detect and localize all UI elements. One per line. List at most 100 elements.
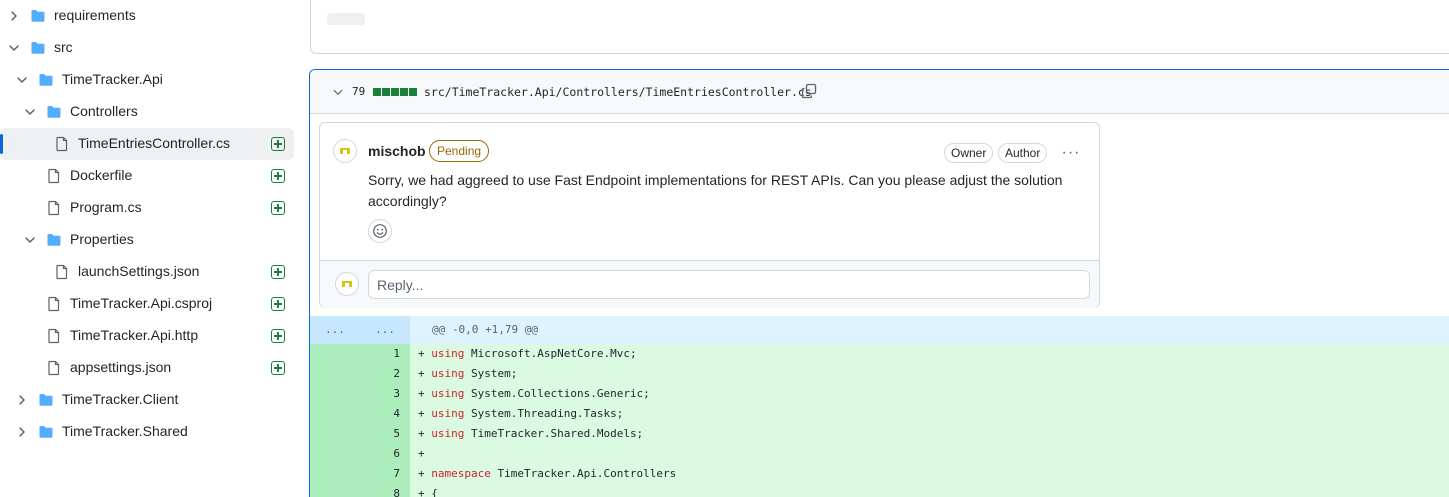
file-path[interactable]: src/TimeTracker.Api/Controllers/TimeEntr… (424, 84, 812, 100)
diff-line: 4 + using System.Threading.Tasks; (310, 404, 1449, 424)
old-line-number[interactable] (310, 344, 360, 364)
new-line-number[interactable]: 2 (360, 364, 410, 384)
diffstat-blocks (373, 88, 417, 96)
file-icon (46, 296, 62, 312)
chevron-right-icon[interactable] (14, 424, 30, 440)
code-line: + (410, 444, 1449, 464)
chevron-down-icon[interactable] (14, 72, 30, 88)
tree-folder[interactable]: Properties (0, 224, 294, 256)
new-line-number[interactable]: 4 (360, 404, 410, 424)
tree-item-label: appsettings.json (70, 359, 172, 375)
change-count: 79 (352, 85, 366, 98)
tree-file[interactable]: Program.cs (0, 192, 294, 224)
folder-icon (38, 424, 54, 440)
tree-item-label: launchSettings.json (78, 263, 200, 279)
diff-line: 8 + { (310, 484, 1449, 497)
code-line: + using System.Collections.Generic; (410, 384, 1449, 404)
avatar[interactable] (333, 139, 357, 163)
placeholder-bar (327, 13, 365, 25)
tree-folder[interactable]: TimeTracker.Client (0, 384, 294, 416)
chevron-right-icon[interactable] (14, 392, 30, 408)
expand-up-button[interactable]: ... (310, 316, 360, 344)
tree-file[interactable]: launchSettings.json (0, 256, 294, 288)
expand-down-button[interactable]: ... (360, 316, 410, 344)
file-added-icon (271, 361, 285, 375)
old-line-number[interactable] (310, 364, 360, 384)
code-line: + using System; (410, 364, 1449, 384)
old-line-number[interactable] (310, 424, 360, 444)
tree-file[interactable]: TimeEntriesController.cs (0, 128, 294, 160)
file-icon (54, 136, 70, 152)
code-line: + using TimeTracker.Shared.Models; (410, 424, 1449, 444)
new-line-number[interactable]: 7 (360, 464, 410, 484)
diff-line: 2 + using System; (310, 364, 1449, 384)
diff-line: 1 + using Microsoft.AspNetCore.Mvc; (310, 344, 1449, 364)
tree-folder[interactable]: Controllers (0, 96, 294, 128)
copy-icon[interactable] (801, 83, 817, 99)
tree-folder[interactable]: TimeTracker.Api (0, 64, 294, 96)
large-diff-card (310, 0, 1449, 54)
folder-icon (38, 72, 54, 88)
code-line: + namespace TimeTracker.Api.Controllers (410, 464, 1449, 484)
owner-badge: Owner (944, 143, 994, 163)
folder-icon (46, 104, 62, 120)
old-line-number[interactable] (310, 464, 360, 484)
tree-item-label: TimeTracker.Shared (62, 423, 188, 439)
new-line-number[interactable]: 6 (360, 444, 410, 464)
chevron-down-icon[interactable] (22, 232, 38, 248)
reply-input[interactable] (368, 270, 1090, 299)
tree-item-label: TimeTracker.Api.csproj (70, 295, 213, 311)
old-line-number[interactable] (310, 484, 360, 497)
new-line-number[interactable]: 3 (360, 384, 410, 404)
tree-folder[interactable]: requirements (0, 0, 294, 32)
code-line: + using Microsoft.AspNetCore.Mvc; (410, 344, 1449, 364)
file-icon (54, 264, 70, 280)
chevron-down-icon[interactable] (22, 104, 38, 120)
tree-file[interactable]: Dockerfile (0, 160, 294, 192)
hunk-text: @@ -0,0 +1,79 @@ (432, 323, 538, 336)
tree-folder[interactable]: TimeTracker.Shared (0, 416, 294, 448)
tree-file[interactable]: TimeTracker.Api.csproj (0, 288, 294, 320)
folder-icon (30, 40, 46, 56)
old-line-number[interactable] (310, 404, 360, 424)
tree-file[interactable]: appsettings.json (0, 352, 294, 384)
tree-item-label: requirements (54, 7, 136, 23)
old-line-number[interactable] (310, 444, 360, 464)
folder-icon (38, 392, 54, 408)
file-diff: 79 src/TimeTracker.Api/Controllers/TimeE… (309, 69, 1449, 497)
hunk-header: ...... @@ -0,0 +1,79 @@ (310, 316, 1449, 344)
file-icon (46, 168, 62, 184)
comment-body: Sorry, we had aggreed to use Fast Endpoi… (368, 172, 1063, 209)
diff-line: 3 + using System.Collections.Generic; (310, 384, 1449, 404)
old-line-number[interactable] (310, 384, 360, 404)
kebab-menu-icon[interactable]: ··· (1060, 143, 1082, 163)
chevron-down-icon[interactable] (6, 40, 22, 56)
tree-item-label: src (54, 39, 73, 55)
chevron-right-icon[interactable] (6, 8, 22, 24)
code-line: + using System.Threading.Tasks; (410, 404, 1449, 424)
smiley-icon[interactable] (368, 219, 392, 243)
reply-area (320, 260, 1099, 308)
folder-icon (30, 8, 46, 24)
new-line-number[interactable]: 1 (360, 344, 410, 364)
chevron-down-icon[interactable] (330, 84, 346, 100)
tree-item-label: TimeTracker.Client (62, 391, 179, 407)
author-badge: Author (998, 143, 1048, 163)
new-line-number[interactable]: 8 (360, 484, 410, 497)
file-tree: requirements src TimeTracker.Api Controller… (0, 0, 300, 497)
comment-author[interactable]: mischob (368, 143, 426, 159)
file-added-icon (271, 169, 285, 183)
tree-item-label: Properties (70, 231, 134, 247)
file-header: 79 src/TimeTracker.Api/Controllers/TimeE… (310, 70, 1449, 114)
file-icon (46, 360, 62, 376)
new-line-number[interactable]: 5 (360, 424, 410, 444)
tree-folder[interactable]: src (0, 32, 294, 64)
file-icon (46, 200, 62, 216)
tree-item-label: TimeTracker.Api (62, 71, 163, 87)
tree-item-label: Controllers (70, 103, 138, 119)
diff-line: 7 + namespace TimeTracker.Api.Controllers (310, 464, 1449, 484)
tree-file[interactable]: TimeTracker.Api.http (0, 320, 294, 352)
diff-line: 5 + using TimeTracker.Shared.Models; (310, 424, 1449, 444)
tree-item-label: TimeEntriesController.cs (78, 135, 230, 151)
file-added-icon (271, 265, 285, 279)
